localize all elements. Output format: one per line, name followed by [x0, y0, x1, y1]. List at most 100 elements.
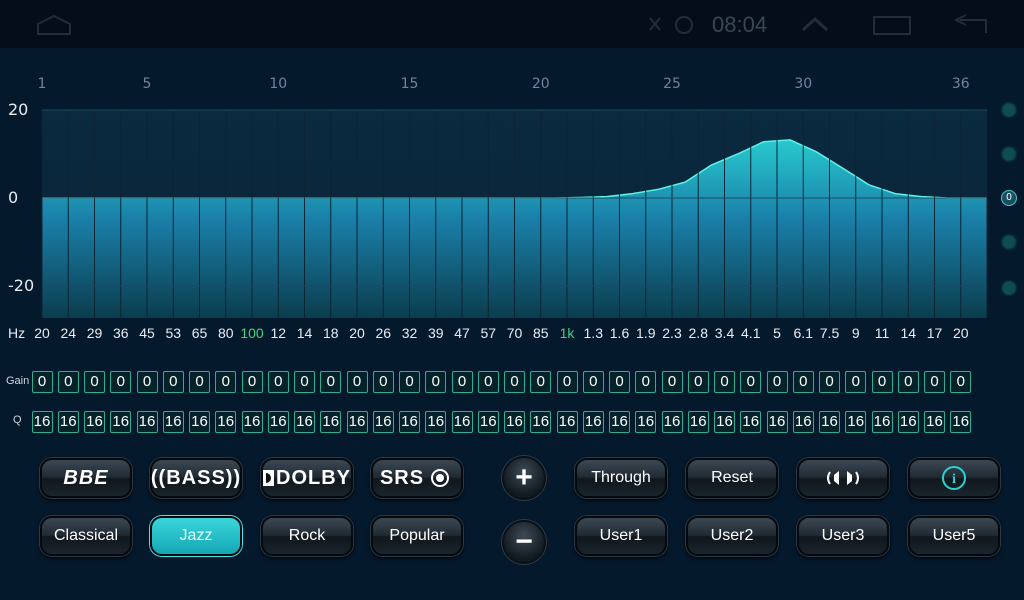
q-cell[interactable]: 16: [267, 411, 289, 433]
q-cell[interactable]: 16: [871, 411, 893, 433]
q-cell[interactable]: 16: [425, 411, 447, 433]
gain-indicator[interactable]: 0: [1001, 190, 1017, 206]
q-cell[interactable]: 16: [294, 411, 315, 433]
q-cell[interactable]: 16: [346, 411, 368, 433]
preset-user3-button[interactable]: User3: [797, 516, 889, 556]
gain-cell[interactable]: 0: [924, 371, 945, 393]
side-knob[interactable]: [1003, 148, 1015, 160]
speaker-button[interactable]: [797, 458, 889, 498]
side-knob[interactable]: [1003, 282, 1015, 294]
gain-cell[interactable]: 0: [897, 371, 919, 393]
q-cell[interactable]: 16: [609, 411, 630, 433]
q-cell[interactable]: 16: [530, 411, 552, 433]
gain-cell[interactable]: 0: [57, 371, 79, 393]
q-cell[interactable]: 16: [661, 411, 683, 433]
reset-button[interactable]: Reset: [686, 458, 778, 498]
window-icon[interactable]: [872, 14, 912, 36]
q-cell[interactable]: 16: [110, 411, 132, 433]
gain-cell[interactable]: 0: [31, 371, 53, 393]
gain-cell[interactable]: 0: [294, 371, 315, 393]
gain-cell[interactable]: 0: [530, 371, 552, 393]
q-cell[interactable]: 16: [740, 411, 762, 433]
gain-cell[interactable]: 0: [241, 371, 263, 393]
home-icon[interactable]: [36, 14, 72, 36]
q-cell[interactable]: 16: [950, 411, 972, 433]
q-cell[interactable]: 16: [372, 411, 394, 433]
gain-cell[interactable]: 0: [819, 371, 840, 393]
preset-rock-button[interactable]: Rock: [261, 516, 353, 556]
gain-cell[interactable]: 0: [425, 371, 447, 393]
gain-cell[interactable]: 0: [477, 371, 499, 393]
dolby-button[interactable]: DOLBY: [261, 458, 353, 498]
q-cell[interactable]: 16: [57, 411, 79, 433]
gain-cell[interactable]: 0: [399, 371, 420, 393]
gain-cell[interactable]: 0: [845, 371, 867, 393]
q-cell[interactable]: 16: [162, 411, 184, 433]
q-cell[interactable]: 16: [215, 411, 237, 433]
gain-cell[interactable]: 0: [215, 371, 237, 393]
q-cell[interactable]: 16: [924, 411, 945, 433]
gain-cell[interactable]: 0: [635, 371, 657, 393]
q-cell[interactable]: 16: [84, 411, 105, 433]
side-knob[interactable]: [1003, 236, 1015, 248]
preset-user1-button[interactable]: User1: [575, 516, 667, 556]
q-cell[interactable]: 16: [766, 411, 788, 433]
srs-button[interactable]: SRS: [371, 458, 463, 498]
preset-popular-button[interactable]: Popular: [371, 516, 463, 556]
q-cell[interactable]: 16: [241, 411, 263, 433]
q-cell[interactable]: 16: [320, 411, 342, 433]
plus-button[interactable]: +: [502, 456, 546, 500]
q-cell[interactable]: 16: [792, 411, 814, 433]
through-button[interactable]: Through: [575, 458, 667, 498]
gain-cell[interactable]: 0: [267, 371, 289, 393]
q-cell[interactable]: 16: [399, 411, 420, 433]
minus-button[interactable]: −: [502, 520, 546, 564]
preset-classical-button[interactable]: Classical: [40, 516, 132, 556]
gain-cell[interactable]: 0: [320, 371, 342, 393]
gain-cell[interactable]: 0: [346, 371, 368, 393]
gain-cell[interactable]: 0: [871, 371, 893, 393]
q-cell[interactable]: 16: [189, 411, 210, 433]
eq-chart[interactable]: 200-201 5 10 15 20 25 30 36: [0, 60, 1024, 320]
q-cell[interactable]: 16: [819, 411, 840, 433]
gain-cell[interactable]: 0: [740, 371, 762, 393]
gain-cell[interactable]: 0: [792, 371, 814, 393]
bbe-button[interactable]: BBE: [40, 458, 132, 498]
q-cell[interactable]: 16: [635, 411, 657, 433]
gain-cell[interactable]: 0: [661, 371, 683, 393]
gain-cell[interactable]: 0: [556, 371, 578, 393]
q-cell[interactable]: 16: [556, 411, 578, 433]
gain-cell[interactable]: 0: [372, 371, 394, 393]
q-cell[interactable]: 16: [477, 411, 499, 433]
gain-cell[interactable]: 0: [162, 371, 184, 393]
q-cell[interactable]: 16: [714, 411, 735, 433]
gain-cell[interactable]: 0: [582, 371, 604, 393]
q-cell[interactable]: 16: [582, 411, 604, 433]
side-knob[interactable]: [1003, 104, 1015, 116]
back-icon[interactable]: [950, 14, 990, 36]
gain-cell[interactable]: 0: [84, 371, 105, 393]
gain-cell[interactable]: 0: [110, 371, 132, 393]
gain-cell[interactable]: 0: [714, 371, 735, 393]
up-icon[interactable]: [800, 14, 830, 36]
q-cell[interactable]: 16: [504, 411, 525, 433]
bass-button[interactable]: ((BASS)): [150, 458, 242, 498]
gain-cell[interactable]: 0: [950, 371, 972, 393]
q-cell[interactable]: 16: [845, 411, 867, 433]
preset-user5-button[interactable]: User5: [908, 516, 1000, 556]
q-cell[interactable]: 16: [31, 411, 53, 433]
gain-cell[interactable]: 0: [609, 371, 630, 393]
gain-cell[interactable]: 0: [136, 371, 158, 393]
gain-cell[interactable]: 0: [504, 371, 525, 393]
q-cell[interactable]: 16: [687, 411, 709, 433]
preset-user2-button[interactable]: User2: [686, 516, 778, 556]
gain-cell[interactable]: 0: [189, 371, 210, 393]
gain-cell[interactable]: 0: [687, 371, 709, 393]
q-cell[interactable]: 16: [136, 411, 158, 433]
preset-jazz-button[interactable]: Jazz: [150, 516, 242, 556]
info-button[interactable]: i: [908, 458, 1000, 498]
gain-cell[interactable]: 0: [766, 371, 788, 393]
gain-cell[interactable]: 0: [451, 371, 473, 393]
q-cell[interactable]: 16: [897, 411, 919, 433]
q-cell[interactable]: 16: [451, 411, 473, 433]
